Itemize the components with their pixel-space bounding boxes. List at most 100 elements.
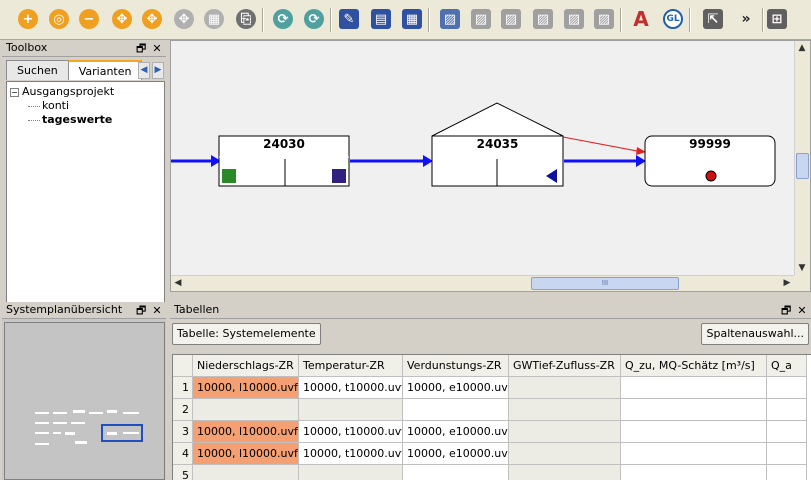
table-cell[interactable] xyxy=(509,421,621,443)
zoom-extend-glyph: ✥ xyxy=(142,9,162,29)
table-row[interactable]: 2 xyxy=(173,399,807,421)
table-cell[interactable]: 10000, t10000.uvf xyxy=(299,377,403,399)
grid-element-icon[interactable]: ▦ xyxy=(399,6,425,32)
column-header[interactable]: Temperatur-ZR xyxy=(299,355,403,377)
more-icon[interactable]: » xyxy=(733,6,759,32)
table-cell[interactable] xyxy=(403,465,509,480)
table-cell[interactable] xyxy=(621,377,767,399)
table-cell[interactable] xyxy=(509,465,621,480)
table-cell[interactable] xyxy=(621,421,767,443)
column-header[interactable]: Verdunstungs-ZR xyxy=(403,355,509,377)
horizontal-scrollbar[interactable]: ◀ III ▶ xyxy=(171,275,794,291)
close-icon[interactable]: ✕ xyxy=(797,303,807,319)
column-header[interactable]: GWTief-Zufluss-ZR xyxy=(509,355,621,377)
table-cell[interactable]: 10000, e10000.uvf xyxy=(403,377,509,399)
zoom-in-icon[interactable]: + xyxy=(15,6,41,32)
table-cell[interactable] xyxy=(509,377,621,399)
table-cell[interactable]: 10000, e10000.uvf xyxy=(403,443,509,465)
horizontal-scroll-thumb[interactable]: III xyxy=(531,277,679,290)
tree-node-konti[interactable]: konti xyxy=(10,99,161,113)
table-cell[interactable] xyxy=(767,443,807,465)
refresh-all-icon[interactable]: ⟳ xyxy=(301,6,327,32)
chart-remove-icon[interactable]: ▨ xyxy=(530,6,556,32)
chart-add-icon[interactable]: ▨ xyxy=(498,6,524,32)
tab-suchen[interactable]: Suchen xyxy=(6,60,69,80)
column-header[interactable]: Niederschlags-ZR xyxy=(193,355,299,377)
table-cell[interactable] xyxy=(767,399,807,421)
zoom-out-icon[interactable]: − xyxy=(76,6,102,32)
table-cell[interactable]: 10000, l10000.uvf xyxy=(193,421,299,443)
table-selector-button[interactable]: Tabelle: Systemelemente xyxy=(172,323,321,345)
gl-icon[interactable]: GL xyxy=(660,6,686,32)
chart-icon[interactable]: ▨ xyxy=(437,6,463,32)
table-cell[interactable]: 10000, l10000.uvf xyxy=(193,443,299,465)
table-cell[interactable] xyxy=(403,399,509,421)
close-icon[interactable]: ✕ xyxy=(152,303,162,319)
table-cell[interactable] xyxy=(299,465,403,480)
chart-delete-icon[interactable]: ▨ xyxy=(468,6,494,32)
system-plan-canvas[interactable]: 24030 24035 99999 ▲ ▼ ◀ III ▶ xyxy=(170,40,811,292)
vertical-scrollbar[interactable]: ▲ ▼ xyxy=(794,41,810,275)
scroll-down-icon[interactable]: ▼ xyxy=(795,261,809,275)
float-icon[interactable]: 🗗 xyxy=(136,303,146,319)
close-icon[interactable]: ✕ xyxy=(152,41,162,57)
table-row[interactable]: 1 10000, l10000.uvf 10000, t10000.uvf 10000… xyxy=(173,377,807,399)
zoom-extend-icon[interactable]: ✥ xyxy=(139,6,165,32)
tree-node-tageswerte[interactable]: tageswerte xyxy=(10,113,161,127)
table-cell[interactable] xyxy=(193,465,299,480)
font-icon[interactable]: A xyxy=(628,6,654,32)
scroll-up-icon[interactable]: ▲ xyxy=(795,41,809,55)
tab-varianten[interactable]: Varianten xyxy=(67,60,143,80)
tree-node-root[interactable]: − Ausgangsprojekt xyxy=(10,85,161,99)
refresh-all-glyph: ⟳ xyxy=(304,9,324,29)
paste-icon[interactable]: ⎘ xyxy=(233,6,259,32)
edit-element-icon[interactable]: ✎ xyxy=(336,6,362,32)
float-icon[interactable]: 🗗 xyxy=(136,41,146,57)
float-icon[interactable]: 🗗 xyxy=(781,303,791,319)
tab-prev-icon[interactable]: ◀ xyxy=(138,62,150,79)
chart-glyph: ▨ xyxy=(440,9,460,29)
column-selection-button[interactable]: Spaltenauswahl... xyxy=(701,323,809,345)
table-cell[interactable] xyxy=(767,465,807,480)
elements-table[interactable]: Niederschlags-ZR Temperatur-ZR Verdunstung… xyxy=(172,354,811,480)
vertical-scroll-thumb[interactable] xyxy=(796,153,809,179)
export-icon[interactable]: ⇱ xyxy=(700,6,726,32)
table-cell[interactable]: 10000, e10000.uvf xyxy=(403,421,509,443)
table-row[interactable]: 4 10000, l10000.uvf 10000, t10000.uvf 10000… xyxy=(173,443,807,465)
collapse-icon[interactable]: − xyxy=(10,87,19,97)
table-cell[interactable] xyxy=(767,421,807,443)
zoom-all-icon[interactable]: ✥ xyxy=(109,6,135,32)
layout-icon[interactable]: ⊞ xyxy=(764,6,790,32)
chart-view-icon[interactable]: ▨ xyxy=(591,6,617,32)
overview-minimap[interactable] xyxy=(4,322,165,480)
table-cell[interactable]: 10000, t10000.uvf xyxy=(299,421,403,443)
sink-icon xyxy=(705,170,717,182)
overview-title-bar: Systemplanübersicht 🗗 ✕ xyxy=(2,302,166,319)
toolbar-separator xyxy=(262,8,264,32)
calc-element-icon[interactable]: ▤ xyxy=(368,6,394,32)
chart-lock-icon[interactable]: ▨ xyxy=(561,6,587,32)
table-row[interactable]: 3 10000, l10000.uvf 10000, t10000.uvf 10000… xyxy=(173,421,807,443)
zoom-fit-icon[interactable]: ◎ xyxy=(46,6,72,32)
column-header[interactable]: Q_a xyxy=(767,355,807,377)
table-cell[interactable] xyxy=(621,399,767,421)
row-number: 1 xyxy=(173,377,193,399)
table-cell[interactable] xyxy=(299,399,403,421)
refresh-icon[interactable]: ⟳ xyxy=(270,6,296,32)
row-number: 4 xyxy=(173,443,193,465)
table-cell[interactable] xyxy=(621,465,767,480)
table-cell[interactable] xyxy=(509,399,621,421)
scroll-right-icon[interactable]: ▶ xyxy=(780,276,794,290)
table-cell[interactable]: 10000, l10000.uvf xyxy=(193,377,299,399)
table-row[interactable]: 5 xyxy=(173,465,807,480)
column-header[interactable]: Q_zu, MQ-Schätz [m³/s] xyxy=(621,355,767,377)
align-icon[interactable]: ▦ xyxy=(201,6,227,32)
table-cell[interactable] xyxy=(193,399,299,421)
tab-next-icon[interactable]: ▶ xyxy=(152,62,164,79)
scroll-left-icon[interactable]: ◀ xyxy=(171,276,185,290)
table-cell[interactable] xyxy=(767,377,807,399)
table-cell[interactable]: 10000, t10000.uvf xyxy=(299,443,403,465)
move-icon[interactable]: ✥ xyxy=(171,6,197,32)
table-cell[interactable] xyxy=(621,443,767,465)
table-cell[interactable] xyxy=(509,443,621,465)
